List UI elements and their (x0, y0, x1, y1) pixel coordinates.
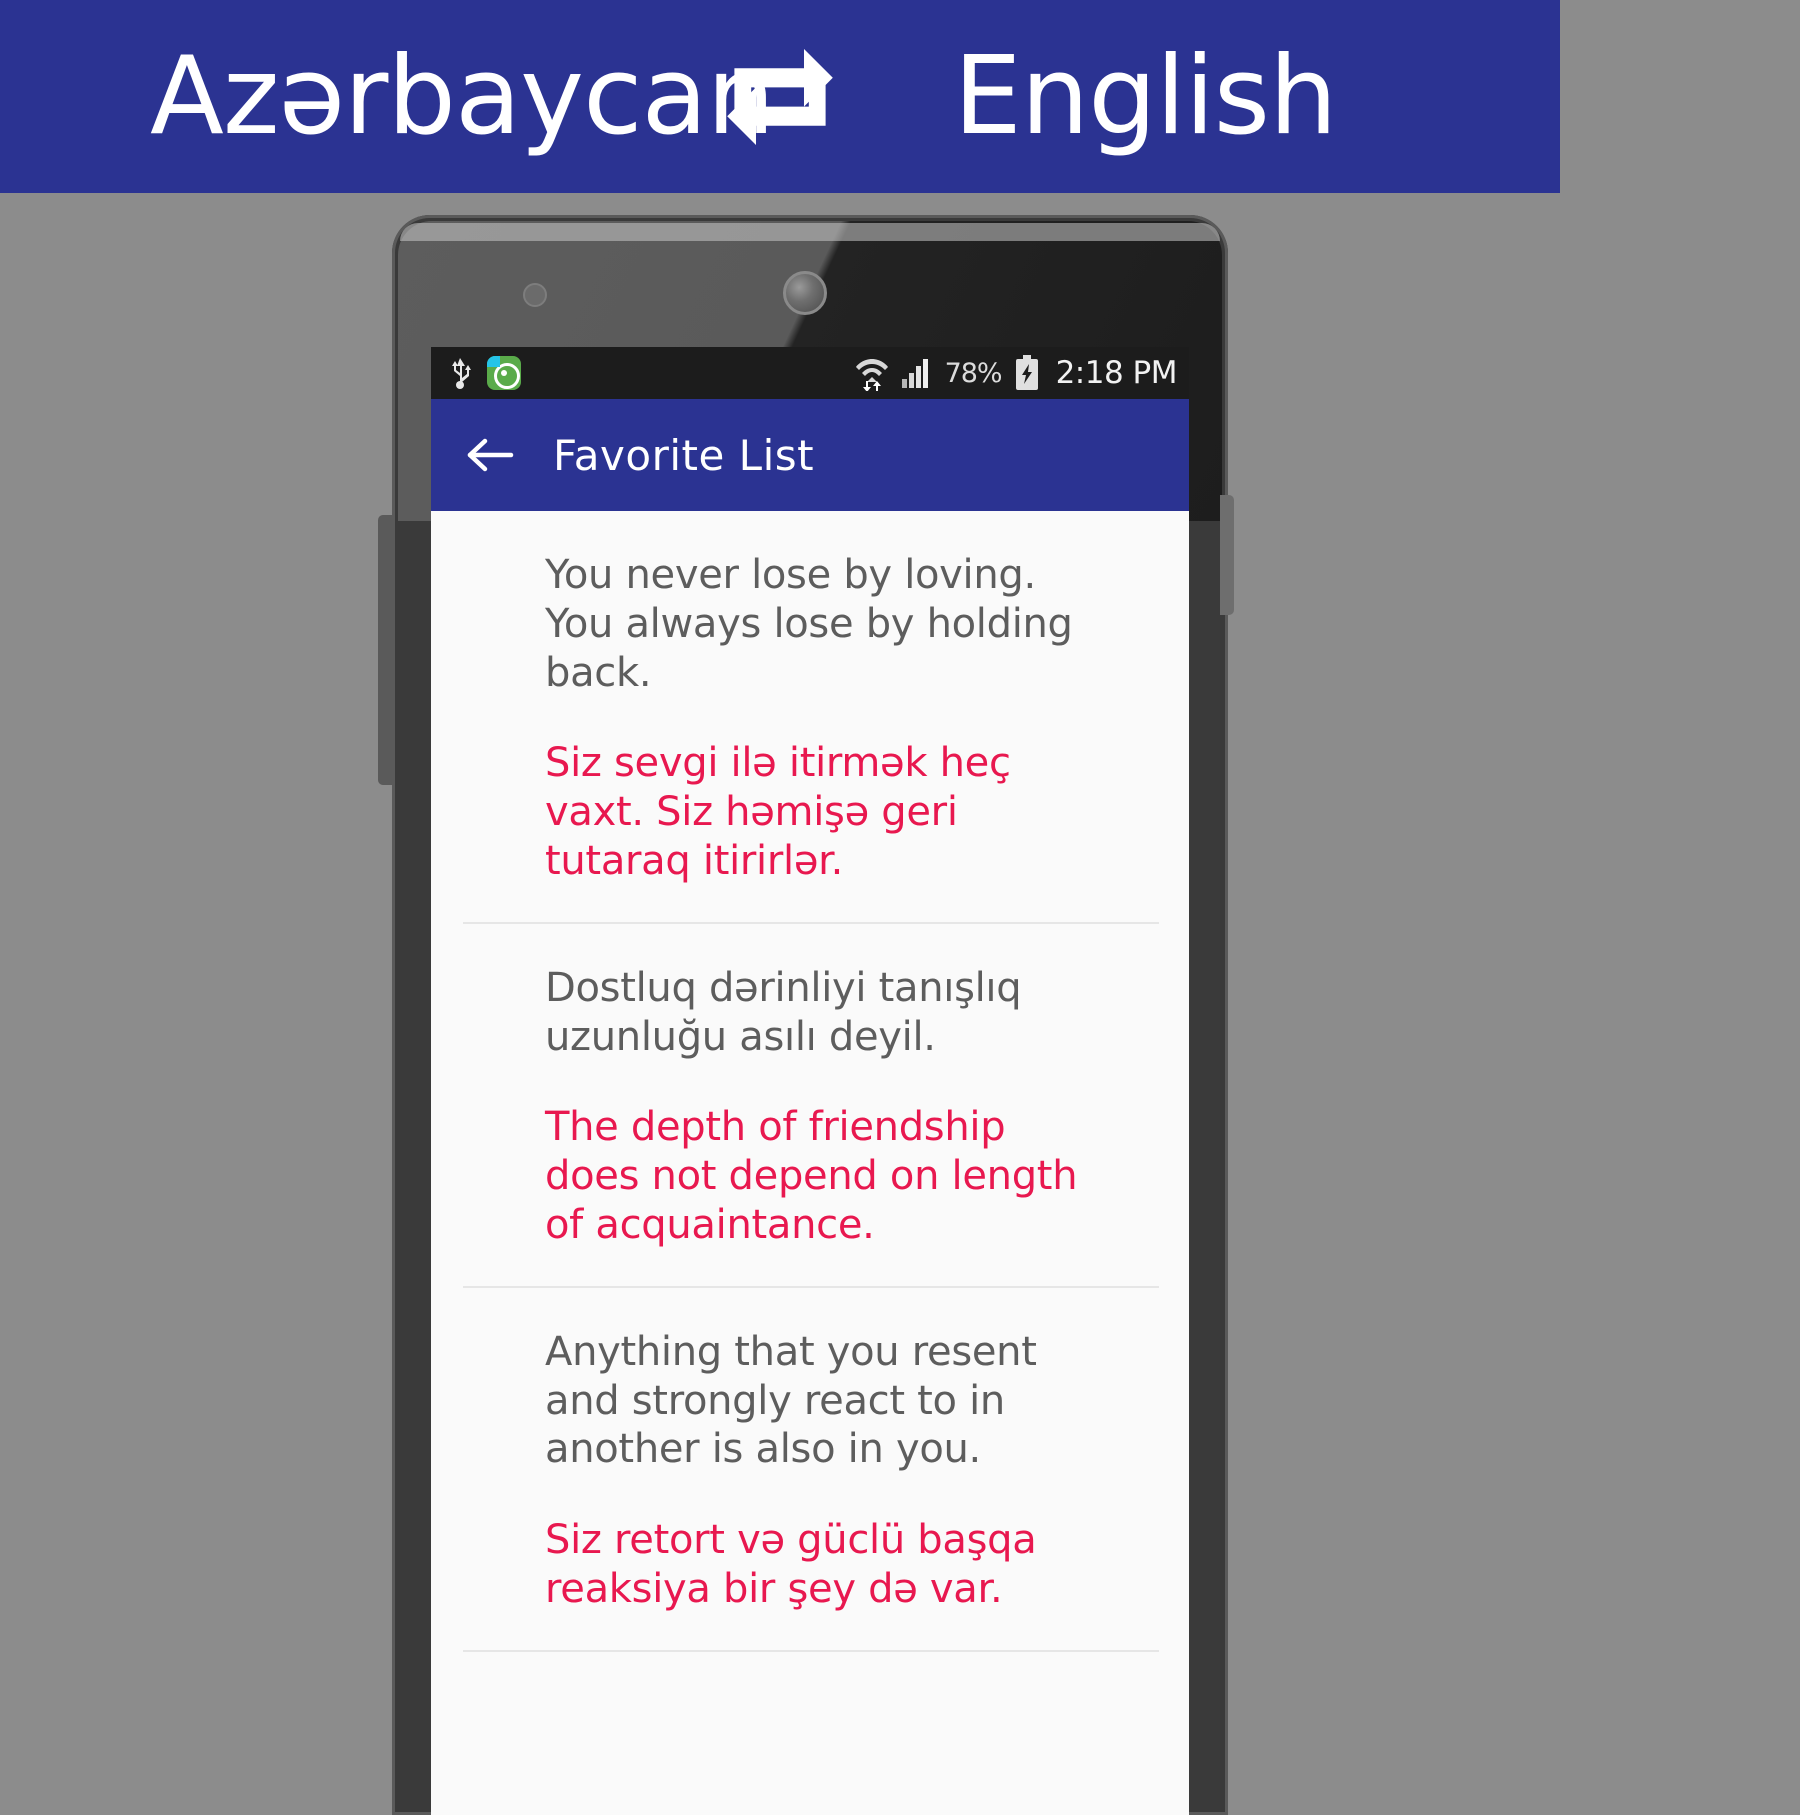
list-item-translation-text: Siz retort və güclü başqa reaksiya bir ş… (545, 1517, 1037, 1612)
list-item-translation-text: The depth of friendship does not depend … (545, 1104, 1078, 1248)
cellular-signal-icon (901, 359, 928, 388)
app-icon-badge (487, 356, 500, 367)
status-bar: 78% 2:18 PM (431, 347, 1189, 399)
battery-charging-icon (1015, 355, 1038, 390)
phone-screen: 78% 2:18 PM Favorite List You never lose… (431, 347, 1189, 1815)
back-arrow-icon[interactable] (465, 435, 515, 475)
status-bar-right-icons: 78% 2:18 PM (855, 355, 1178, 391)
list-item[interactable]: You never lose by loving. You always los… (463, 511, 1159, 924)
power-button[interactable] (1220, 495, 1234, 615)
app-toolbar: Favorite List (431, 399, 1189, 511)
language-banner: Azərbaycan English (0, 0, 1560, 193)
status-bar-clock: 2:18 PM (1055, 355, 1178, 391)
status-bar-left-icons (447, 356, 521, 390)
phone-mockup: 78% 2:18 PM Favorite List You never lose… (378, 215, 1234, 1815)
target-language-label[interactable]: English (880, 42, 1410, 151)
swap-repeat-icon[interactable] (720, 37, 840, 157)
list-item[interactable]: Dostluq dərinliyi tanışlıq uzunluğu asıl… (463, 924, 1159, 1288)
page-title: Favorite List (553, 430, 815, 480)
list-item-source-text: You never lose by loving. You always los… (545, 552, 1073, 696)
wifi-with-data-transfer-icon (855, 359, 888, 391)
battery-percent-label: 78% (944, 357, 1003, 389)
green-app-notification-icon (487, 356, 521, 390)
list-item[interactable]: Anything that you resent and strongly re… (463, 1288, 1159, 1652)
front-camera-icon (783, 271, 827, 315)
proximity-sensor-icon (523, 283, 547, 307)
list-item-source-text: Dostluq dərinliyi tanışlıq uzunluğu asıl… (545, 964, 1022, 1060)
usb-icon (452, 358, 471, 389)
list-item-source-text: Anything that you resent and strongly re… (545, 1328, 1037, 1473)
source-language-label[interactable]: Azərbaycan (150, 42, 775, 151)
phone-top-bezel (400, 223, 1220, 241)
favorite-list[interactable]: You never lose by loving. You always los… (431, 511, 1189, 1815)
list-item-translation-text: Siz sevgi ilə itirmək heç vaxt. Siz həmi… (545, 740, 1011, 884)
banner-right-background (1560, 0, 1800, 193)
volume-button[interactable] (378, 515, 394, 785)
